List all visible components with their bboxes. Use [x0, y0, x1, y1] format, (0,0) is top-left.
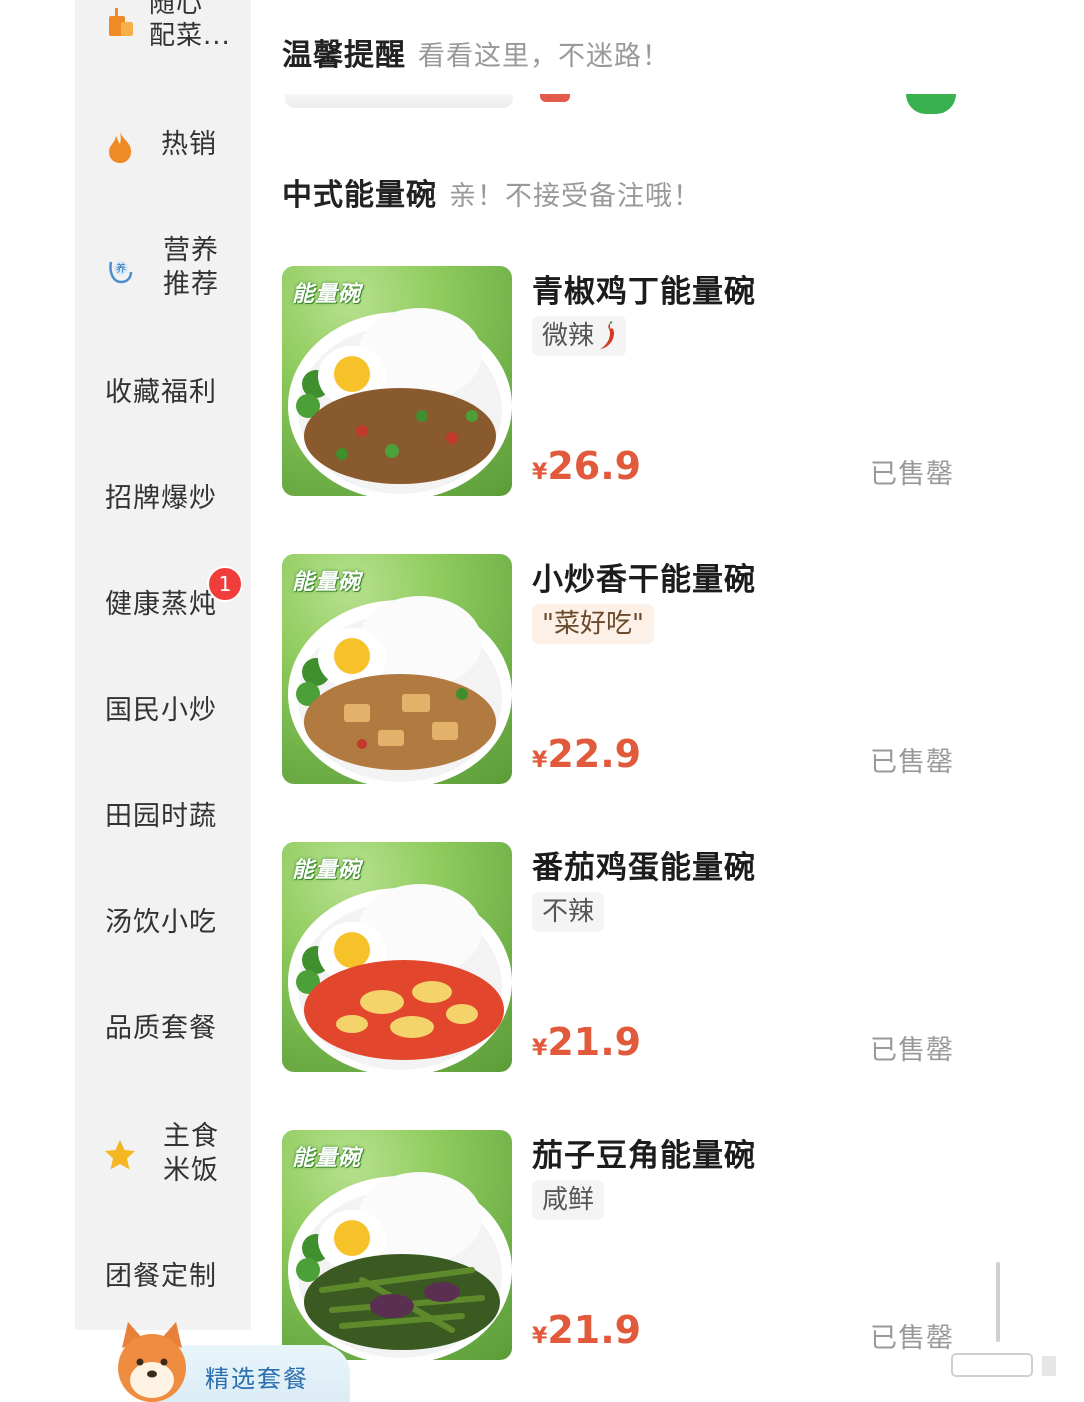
- sidebar-item-steamed[interactable]: 健康蒸炖 1: [75, 566, 251, 622]
- sidebar-item-group-order[interactable]: 团餐定制: [75, 1260, 251, 1294]
- svg-text:养: 养: [116, 262, 126, 275]
- product-tag-text: 咸鲜: [542, 1185, 595, 1215]
- price-value: 22.9: [547, 732, 642, 776]
- product-name: 茄子豆角能量碗: [532, 1138, 756, 1174]
- sidebar-item-staples[interactable]: 主食 米饭: [75, 1120, 251, 1190]
- price-value: 21.9: [547, 1308, 642, 1352]
- sidebar-item-signature[interactable]: 招牌爆炒: [75, 482, 251, 516]
- chili-icon: [598, 321, 616, 351]
- product-image[interactable]: 能量碗: [282, 1130, 512, 1360]
- scrollbar[interactable]: [996, 1262, 1000, 1342]
- product-brand-label: 能量碗: [292, 1146, 362, 1171]
- product-image[interactable]: 能量碗: [282, 266, 512, 496]
- price-currency: ¥: [532, 460, 548, 485]
- sold-out-label: 已售罄: [870, 1035, 954, 1066]
- sidebar-item-label: 营养 推荐: [163, 235, 219, 300]
- price-currency: ¥: [532, 1036, 548, 1061]
- sold-out-label: 已售罄: [870, 1323, 954, 1354]
- category-sidebar: 随心 配菜... 热销 养 营养 推荐 收藏福利 招牌爆炒 健康蒸炖 1 国民小…: [75, 0, 251, 1330]
- product-name: 小炒香干能量碗: [532, 562, 756, 598]
- section-title: 中式能量碗: [282, 178, 437, 213]
- cup-icon: [103, 6, 137, 40]
- product-price: ¥21.9: [532, 1020, 641, 1064]
- sidebar-item-label: 田园时蔬: [105, 801, 217, 832]
- product-tag-text: 不辣: [542, 897, 595, 927]
- notification-badge: 1: [207, 566, 243, 602]
- product-tag: 咸鲜: [532, 1180, 605, 1220]
- product-image[interactable]: 能量碗: [282, 554, 512, 784]
- notice-title: 温馨提醒: [282, 38, 406, 73]
- product-tag: 不辣: [532, 892, 605, 932]
- product-image[interactable]: 能量碗: [282, 842, 512, 1072]
- sidebar-item-nutrition[interactable]: 养 营养 推荐: [75, 234, 251, 304]
- sidebar-item-label: 招牌爆炒: [105, 483, 217, 514]
- price-currency: ¥: [532, 748, 548, 773]
- product-card[interactable]: 能量碗 茄子豆角能量碗 咸鲜 ¥21.9 已售罄: [282, 1130, 982, 1362]
- previous-item-image-edge: [285, 94, 513, 108]
- sidebar-item-label: 主食 米饭: [163, 1121, 219, 1186]
- sidebar-item-label: 收藏福利: [105, 377, 217, 408]
- notice-header: 温馨提醒 看看这里，不迷路！: [282, 30, 670, 74]
- price-value: 26.9: [547, 444, 642, 488]
- shiba-mascot-icon: [112, 1318, 192, 1402]
- sidebar-item-side-dishes[interactable]: 随心 配菜...: [75, 0, 251, 68]
- sidebar-item-label: 健康蒸炖: [105, 589, 217, 620]
- product-tag-text: 微辣: [542, 321, 595, 351]
- product-name: 青椒鸡丁能量碗: [532, 274, 756, 310]
- sidebar-item-label: 随心 配菜...: [149, 0, 231, 51]
- sidebar-item-soups[interactable]: 汤饮小吃: [75, 906, 251, 940]
- nutrition-icon: 养: [103, 252, 137, 286]
- sidebar-item-label: 热销: [161, 129, 217, 160]
- sidebar-item-favorites[interactable]: 收藏福利: [75, 376, 251, 410]
- product-brand-label: 能量碗: [292, 858, 362, 883]
- bottom-toolbar-edge: [950, 1352, 1060, 1382]
- price-currency: ¥: [532, 1324, 548, 1349]
- featured-sets-label: 精选套餐: [205, 1365, 309, 1393]
- section-header: 中式能量碗 亲！不接受备注哦！: [282, 170, 701, 214]
- sidebar-item-hot[interactable]: 热销: [75, 128, 251, 164]
- sidebar-item-stirfry[interactable]: 国民小炒: [75, 694, 251, 728]
- product-brand-label: 能量碗: [292, 570, 362, 595]
- price-value: 21.9: [547, 1020, 642, 1064]
- product-price: ¥26.9: [532, 444, 641, 488]
- product-card[interactable]: 能量碗 小炒香干能量碗 "菜好吃" ¥22.9 已售罄: [282, 554, 982, 786]
- notice-subtitle: 看看这里，不迷路！: [418, 41, 670, 72]
- product-tag: "菜好吃": [532, 604, 654, 644]
- sidebar-item-sets[interactable]: 品质套餐: [75, 1012, 251, 1046]
- section-subtitle: 亲！不接受备注哦！: [449, 181, 701, 212]
- product-price: ¥22.9: [532, 732, 641, 776]
- product-tag-text: "菜好吃": [542, 609, 644, 639]
- product-tag: 微辣: [532, 316, 627, 356]
- sidebar-item-label: 国民小炒: [105, 695, 217, 726]
- product-card[interactable]: 能量碗 青椒鸡丁能量碗 微辣 ¥26.9 已售罄: [282, 266, 982, 498]
- previous-item-price-edge: [540, 94, 570, 102]
- product-card[interactable]: 能量碗 番茄鸡蛋能量碗 不辣 ¥21.9 已售罄: [282, 842, 982, 1074]
- product-name: 番茄鸡蛋能量碗: [532, 850, 756, 886]
- sidebar-item-label: 汤饮小吃: [105, 907, 217, 938]
- sidebar-item-label: 品质套餐: [105, 1013, 217, 1044]
- star-icon: [103, 1138, 137, 1172]
- sidebar-item-vegetables[interactable]: 田园时蔬: [75, 800, 251, 834]
- flame-icon: [103, 130, 137, 164]
- previous-item-add-button-edge[interactable]: [906, 94, 956, 114]
- sold-out-label: 已售罄: [870, 747, 954, 778]
- product-price: ¥21.9: [532, 1308, 641, 1352]
- sold-out-label: 已售罄: [870, 459, 954, 490]
- sidebar-item-label: 团餐定制: [105, 1261, 217, 1292]
- product-brand-label: 能量碗: [292, 282, 362, 307]
